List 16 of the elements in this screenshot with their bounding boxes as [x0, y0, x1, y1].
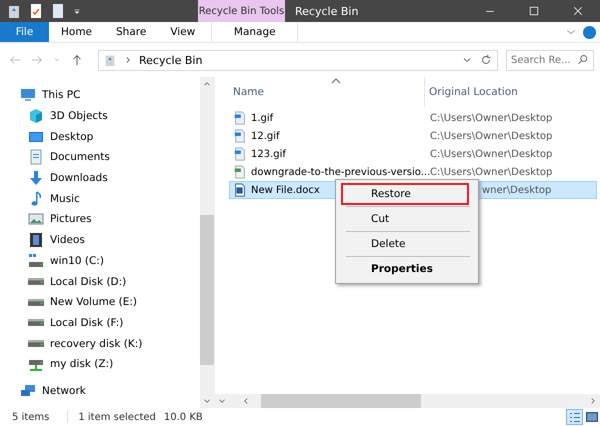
window-title: Recycle Bin — [294, 4, 360, 20]
selection-info: 1 item selected — [78, 412, 156, 422]
location-cell-text: C:\Users\Owner\Desktop — [430, 148, 554, 160]
file-name: New File.docx — [251, 184, 320, 196]
file-name: 12.gif — [251, 130, 280, 142]
item-count: 5 items — [12, 412, 50, 422]
file-name: 1.gif — [251, 112, 274, 124]
address-path: Recycle Bin — [139, 54, 202, 66]
contextual-tab-group: Recycle Bin Tools — [198, 0, 285, 22]
file-name: 123.gif — [251, 148, 286, 160]
location-cell-text: wner\Desktop — [481, 184, 552, 196]
file-name: downgrade-to-the-previous-versio... — [251, 166, 430, 178]
location-cell-text: C:\Users\Owner\Desktop — [430, 166, 554, 178]
location-cell-text: C:\Users\Owner\Desktop — [430, 130, 554, 142]
selection-size: 10.0 KB — [164, 412, 203, 422]
location-cell-text: C:\Users\Owner\Desktop — [430, 112, 554, 124]
